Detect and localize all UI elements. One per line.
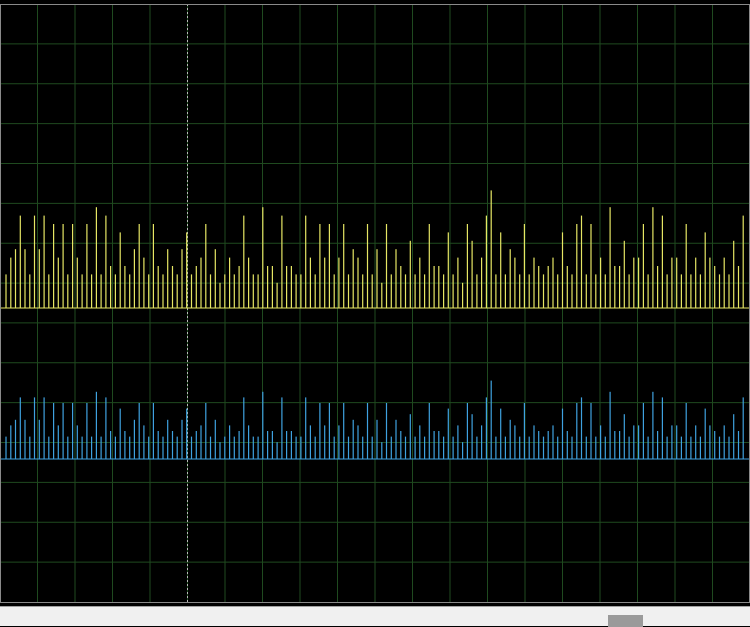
oscilloscope-display (0, 0, 750, 606)
grid (0, 4, 750, 602)
scroll-thumb[interactable] (608, 615, 643, 627)
horizontal-scrollbar[interactable] (0, 606, 750, 627)
